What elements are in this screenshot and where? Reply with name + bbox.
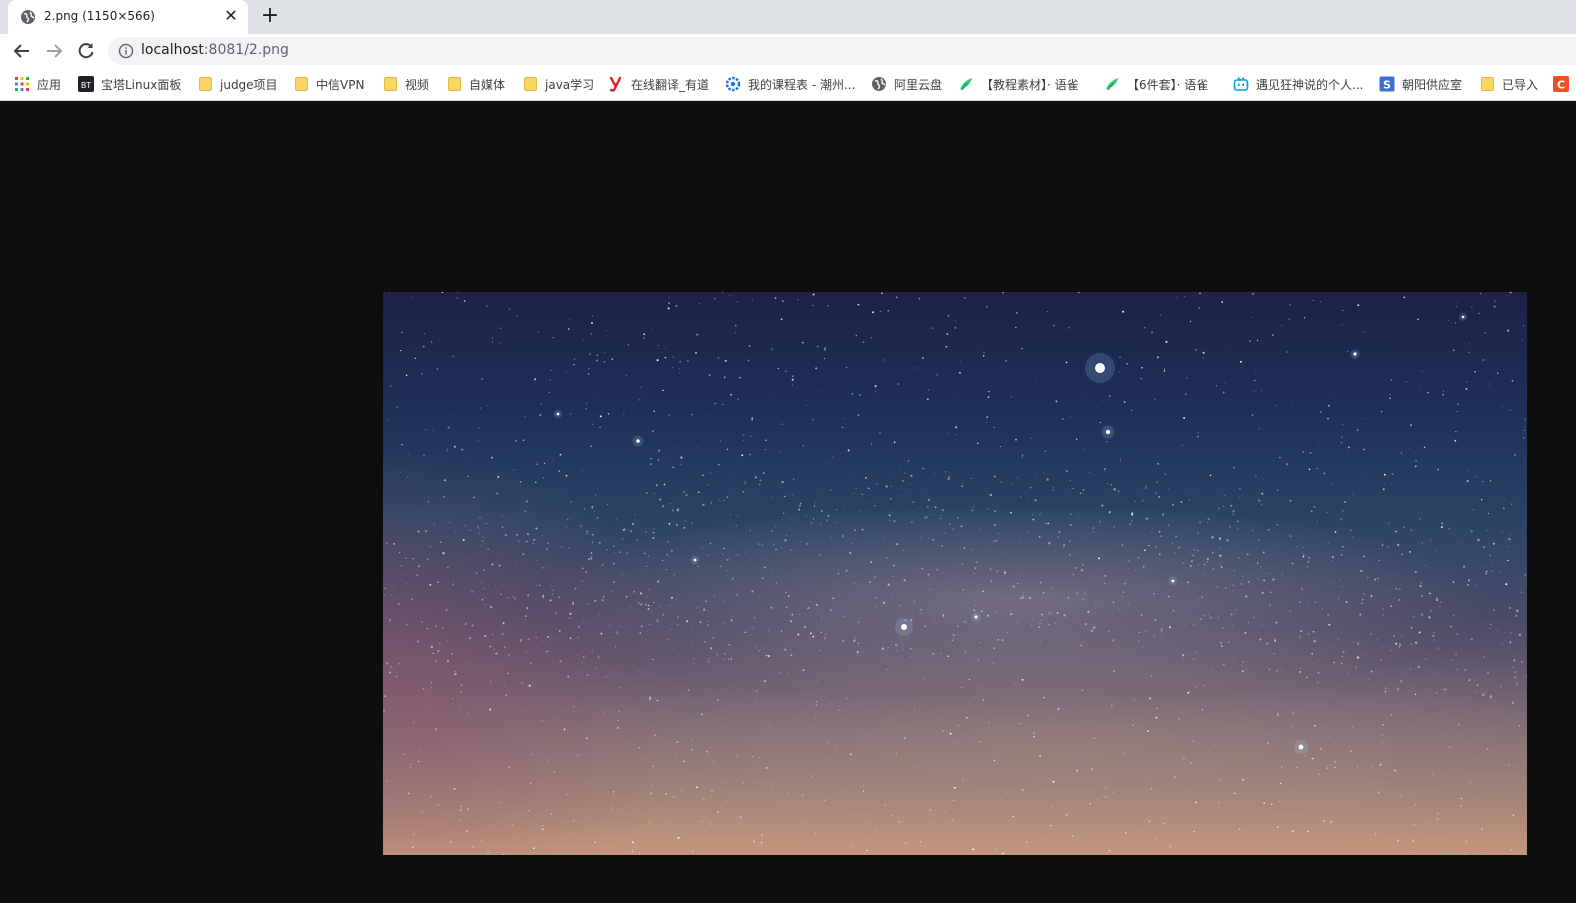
yuque-icon [1104,76,1120,92]
folder-icon [384,77,397,91]
new-tab-button[interactable]: + [258,5,282,29]
folder-icon [524,77,537,91]
url-text[interactable]: localhost:8081/2.png [141,42,289,58]
folder-icon [199,77,212,91]
globe-icon [871,76,887,92]
bookmark-label: 应用 [37,78,62,92]
tab-active[interactable]: 2.png (1150×566) ✕ [8,0,248,34]
address-bar[interactable]: localhost:8081/2.png [108,37,1576,65]
bookmark-label: judge项目 [220,78,278,92]
close-icon[interactable]: ✕ [222,7,240,25]
yuque-icon [958,76,974,92]
tab-title: 2.png (1150×566) [44,9,155,23]
arrow-right-icon[interactable] [42,39,66,63]
gear-icon [725,76,741,92]
tab-strip: 2.png (1150×566) ✕ + [0,0,1576,34]
folder-icon [295,77,308,91]
c-icon: C [1553,76,1569,92]
bookmark-label: 【6件套】· 语雀 [1127,78,1209,92]
folder-icon [1481,77,1494,91]
bookmark-label: 阿里云盘 [894,78,943,92]
reload-icon[interactable] [74,39,98,63]
svg-text:C: C [1557,79,1565,92]
bookmark-label: java学习 [545,78,595,92]
globe-icon [20,9,36,25]
starry-sky-milky-way-image [383,292,1527,855]
star-field [383,292,1527,855]
bt-icon: BT [78,76,94,92]
info-icon[interactable] [118,43,134,59]
bookmark-label: 朝阳供应室 [1402,78,1463,92]
bookmark-label: 在线翻译_有道 [631,78,710,92]
svg-text:S: S [1383,79,1391,92]
bookmark-label: 【教程素材】· 语雀 [981,78,1079,92]
s-icon: S [1379,76,1395,92]
bookmark-label: 视频 [405,78,430,92]
bookmark-label: 我的课程表 - 潮州... [748,78,856,92]
youdao-icon [608,76,624,92]
page-viewport [0,102,1576,903]
url-path: :8081/2.png [203,42,289,58]
bookmarks-bar: 应用 BT 宝塔Linux面板 judge项目 中信VPN 视频 自媒体 jav… [0,68,1576,101]
url-host: localhost [141,42,204,58]
svg-text:BT: BT [81,81,91,90]
bilibili-icon [1233,76,1249,92]
arrow-left-icon[interactable] [10,39,34,63]
apps-grid-icon [14,76,30,92]
bookmark-label: 宝塔Linux面板 [101,78,182,92]
folder-icon [448,77,461,91]
bookmark-label: 中信VPN [316,78,365,92]
bookmark-label: 已导入 [1502,78,1539,92]
browser-toolbar: localhost:8081/2.png [0,34,1576,68]
bookmark-label: 遇见狂神说的个人... [1256,78,1364,92]
bookmark-label: 自媒体 [469,78,506,92]
